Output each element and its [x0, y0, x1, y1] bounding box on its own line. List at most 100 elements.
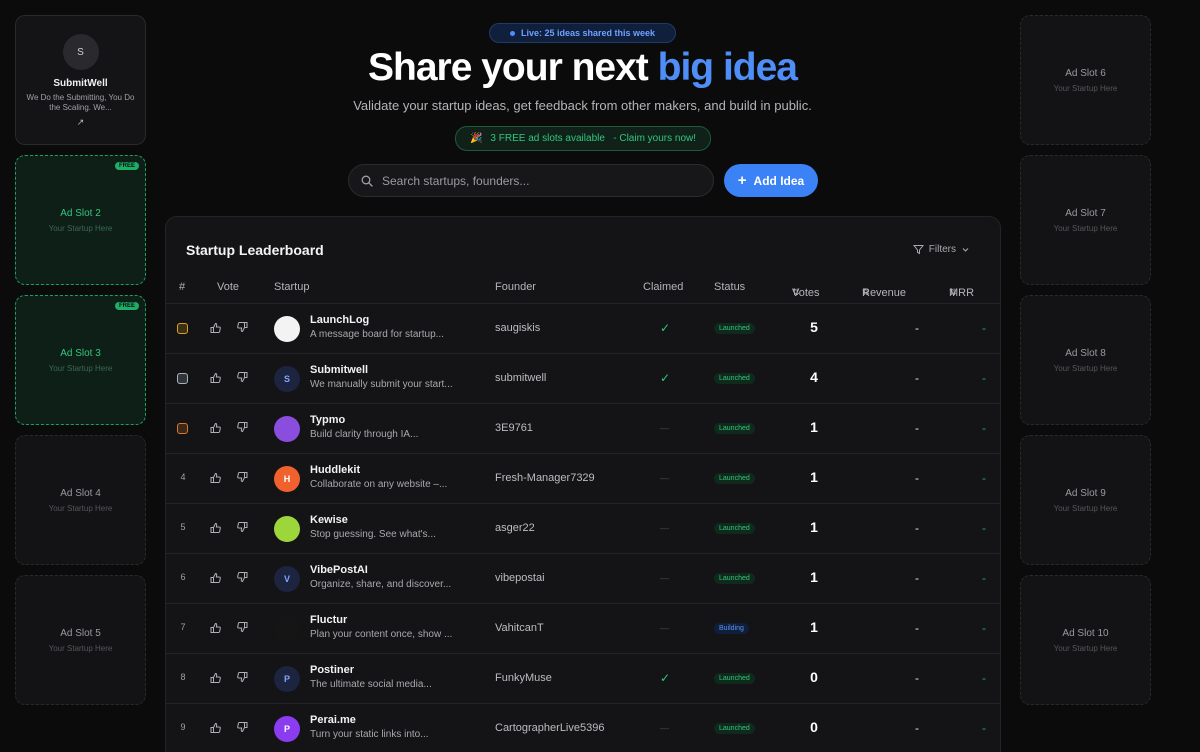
startup-name[interactable]: Perai.me — [310, 714, 356, 726]
founder-name[interactable]: submitwell — [495, 372, 546, 384]
ad-slot-10[interactable]: Ad Slot 10 Your Startup Here — [1020, 575, 1151, 705]
founder-name[interactable]: vibepostai — [495, 572, 545, 584]
ad-slot-2[interactable]: FREE Ad Slot 2 Your Startup Here — [15, 155, 146, 285]
ad-slot-3[interactable]: FREE Ad Slot 3 Your Startup Here — [15, 295, 146, 425]
mrr-value: - — [982, 621, 986, 635]
revenue-value: - — [915, 371, 919, 385]
ad-slot-9[interactable]: Ad Slot 9 Your Startup Here — [1020, 435, 1151, 565]
upvote-icon[interactable] — [210, 371, 222, 389]
startup-description: Organize, share, and discover... — [310, 579, 452, 590]
page: S SubmitWell We Do the Submitting, You D… — [0, 0, 1200, 752]
claim-banner[interactable]: 🎉 3 FREE ad slots available - Claim your… — [455, 126, 711, 151]
startup-description: Plan your content once, show ... — [310, 629, 453, 640]
downvote-icon[interactable] — [236, 470, 248, 488]
dash-icon: — — [660, 573, 669, 583]
revenue-value: - — [915, 521, 919, 535]
rank-number: 8 — [180, 672, 186, 682]
revenue-value: - — [915, 671, 919, 685]
downvote-icon[interactable] — [236, 720, 248, 738]
dash-icon: — — [660, 423, 669, 433]
upvote-icon[interactable] — [210, 471, 222, 489]
dash-icon: — — [660, 473, 669, 483]
startup-logo-letter: V — [283, 574, 290, 584]
upvote-icon[interactable] — [210, 671, 222, 689]
status-badge: Launched — [714, 423, 755, 434]
table-row[interactable]: 5 Kewise Stop guessing. See what's... asger… — [166, 503, 1000, 553]
ad-slot-8[interactable]: Ad Slot 8 Your Startup Here — [1020, 295, 1151, 425]
startup-description: A message board for startup... — [310, 329, 444, 340]
table-row[interactable]: 8 P Postiner The ultimate social media... Fu… — [166, 653, 1000, 703]
startup-name[interactable]: LaunchLog — [310, 314, 369, 326]
founder-name[interactable]: Fresh-Manager7329 — [495, 472, 595, 484]
revenue-value: - — [915, 721, 919, 735]
add-idea-button[interactable]: + Add Idea — [724, 164, 818, 197]
founder-name[interactable]: VahitcanT — [495, 622, 544, 634]
status-badge: Launched — [714, 573, 755, 584]
table-row[interactable]: 7 Fluctur Plan your content once, show ...… — [166, 603, 1000, 653]
chevron-down-icon — [962, 248, 969, 252]
startup-logo: S — [274, 366, 300, 392]
free-badge: FREE — [114, 162, 139, 170]
table-row[interactable]: 9 P Perai.me Turn your static links into...… — [166, 703, 1000, 752]
downvote-icon[interactable] — [236, 370, 248, 388]
col-rank: # — [179, 281, 186, 293]
startup-description: We manually submit your start... — [310, 379, 453, 390]
founder-name[interactable]: 3E9761 — [495, 422, 533, 434]
search-input[interactable] — [382, 173, 702, 188]
startup-name[interactable]: Typmo — [310, 414, 345, 426]
ad-slot-5[interactable]: Ad Slot 5 Your Startup Here — [15, 575, 146, 705]
status-badge: Launched — [714, 673, 755, 684]
upvote-icon[interactable] — [210, 321, 222, 339]
startup-name[interactable]: Fluctur — [310, 614, 347, 626]
upvote-icon[interactable] — [210, 421, 222, 439]
medal-icon — [177, 423, 188, 434]
table-row[interactable]: S Submitwell We manually submit your start… — [166, 353, 1000, 403]
add-idea-label: Add Idea — [753, 173, 805, 188]
upvote-icon[interactable] — [210, 571, 222, 589]
status-badge: Launched — [714, 473, 755, 484]
upvote-icon[interactable] — [210, 721, 222, 739]
col-vote: Vote — [217, 281, 240, 293]
mrr-value: - — [982, 571, 986, 585]
ad-slot-title: Ad Slot 3 — [60, 347, 101, 359]
col-claimed: Claimed — [643, 281, 684, 293]
downvote-icon[interactable] — [236, 320, 248, 338]
startup-logo-letter: S — [283, 374, 290, 384]
startup-name[interactable]: Submitwell — [310, 364, 368, 376]
medal-icon — [177, 373, 188, 384]
startup-name[interactable]: Postiner — [310, 664, 354, 676]
mrr-value: - — [982, 371, 986, 385]
founder-name[interactable]: CartographerLive5396 — [495, 722, 604, 734]
table-row[interactable]: 6 V VibePostAI Organize, share, and discove… — [166, 553, 1000, 603]
check-icon: ✓ — [660, 321, 671, 335]
external-link-icon[interactable]: ↗ — [77, 117, 85, 128]
downvote-icon[interactable] — [236, 570, 248, 588]
startup-name[interactable]: VibePostAI — [310, 564, 368, 576]
startup-name[interactable]: Huddlekit — [310, 464, 360, 476]
founder-name[interactable]: FunkyMuse — [495, 672, 552, 684]
startup-name[interactable]: Kewise — [310, 514, 348, 526]
ad-slot-title: Ad Slot 9 — [1065, 487, 1106, 499]
status-badge: Launched — [714, 323, 755, 334]
ad-slot-7[interactable]: Ad Slot 7 Your Startup Here — [1020, 155, 1151, 285]
founder-name[interactable]: saugiskis — [495, 322, 540, 334]
founder-name[interactable]: asger22 — [495, 522, 535, 534]
downvote-icon[interactable] — [236, 420, 248, 438]
ad-slot-4[interactable]: Ad Slot 4 Your Startup Here — [15, 435, 146, 565]
vote-count: 1 — [810, 419, 818, 435]
startup-logo: V — [274, 566, 300, 592]
filters-button[interactable]: Filters — [912, 244, 970, 255]
table-row[interactable]: Typmo Build clarity through IA... 3E9761 — L… — [166, 403, 1000, 453]
upvote-icon[interactable] — [210, 621, 222, 639]
startup-logo: P — [274, 666, 300, 692]
downvote-icon[interactable] — [236, 520, 248, 538]
dash-icon: — — [660, 723, 669, 733]
headline-main: Share your next — [368, 46, 658, 89]
downvote-icon[interactable] — [236, 670, 248, 688]
downvote-icon[interactable] — [236, 620, 248, 638]
col-founder: Founder — [495, 281, 536, 293]
search-bar[interactable] — [348, 164, 714, 197]
upvote-icon[interactable] — [210, 521, 222, 539]
table-row[interactable]: 4 H Huddlekit Collaborate on any website –.… — [166, 453, 1000, 503]
table-row[interactable]: LaunchLog A message board for startup... s… — [166, 303, 1000, 353]
